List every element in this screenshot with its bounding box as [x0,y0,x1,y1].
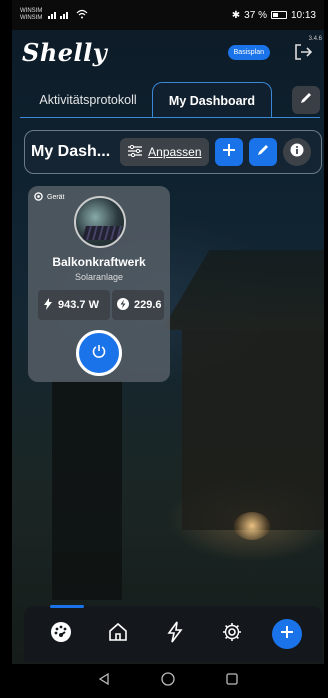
edit-dashboard-button[interactable] [248,138,277,166]
customize-label: Anpassen [148,145,202,159]
wifi-icon [76,9,88,22]
active-tab-indicator [50,605,84,608]
battery-percent: 37 % [244,9,267,21]
info-icon [290,143,304,162]
device-image [74,196,126,248]
background-house-roof [162,250,324,330]
pencil-icon [299,91,313,110]
tab-bar: Aktivitätsprotokoll My Dashboard [12,76,324,120]
app-header: Shelly Basisplan 3.4.6 [12,30,324,74]
battery-icon [270,11,287,19]
gear-icon [221,621,243,648]
bottom-navigation [24,605,322,662]
device-subtitle: Solaranlage [74,272,124,282]
background-lamp [234,512,270,540]
power-metric: 943.7 W [38,290,110,320]
system-navigation-bar [12,664,324,698]
nav-add[interactable] [272,619,303,649]
back-icon[interactable] [98,672,110,690]
tab-my-dashboard[interactable]: My Dashboard [152,82,272,118]
customize-button[interactable]: Anpassen [120,138,209,166]
dashboard-title: My Dash... [31,143,111,160]
dashboard-icon [50,621,72,648]
status-bar: WINSIM WINSIM ✱ 37 % 10:13 [12,0,324,30]
home-icon [107,621,129,648]
energy-icon [117,297,129,313]
power-icon [91,343,107,364]
recents-icon[interactable] [226,672,238,690]
sliders-icon [127,144,143,160]
version-label: 3.4.6 [308,36,322,42]
nav-energy[interactable] [158,617,192,651]
bolt-icon [165,621,185,648]
pencil-icon [256,143,270,162]
info-button[interactable] [282,138,311,166]
signal-icon [48,9,70,22]
nav-home[interactable] [101,617,135,651]
card-type-label: Gerät [34,192,65,203]
plan-badge[interactable]: Basisplan [227,44,270,60]
bolt-icon [43,297,53,313]
plus-icon [280,625,294,644]
power-toggle-button[interactable] [76,330,122,376]
home-circle-icon[interactable] [161,671,175,691]
device-icon [34,192,43,203]
background-pillar [52,380,122,600]
nav-dashboard[interactable] [44,617,78,651]
plus-icon [222,143,236,162]
device-name: Balkonkraftwerk [52,255,146,269]
tab-divider [20,117,320,118]
dashboard-header: My Dash... Anpassen [24,130,322,174]
device-card[interactable]: Gerät Balkonkraftwerk Solaranlage 943.7 … [28,186,170,382]
app-screen: WINSIM WINSIM ✱ 37 % 10:13 Shelly Basisp… [12,0,324,698]
add-button[interactable] [214,138,243,166]
logout-icon[interactable] [292,41,314,63]
background-house [182,330,324,530]
device-metrics: 943.7 W 229.6 [38,290,164,320]
clock: 10:13 [290,9,316,21]
carrier-label: WINSIM WINSIM [20,8,43,21]
edit-tabs-button[interactable] [292,86,320,114]
nav-settings[interactable] [215,617,249,651]
energy-metric: 229.6 [112,290,164,320]
bluetooth-icon: ✱ [231,9,241,21]
shelly-logo: Shelly [22,37,108,67]
tab-activity-log[interactable]: Aktivitätsprotokoll [20,82,156,118]
